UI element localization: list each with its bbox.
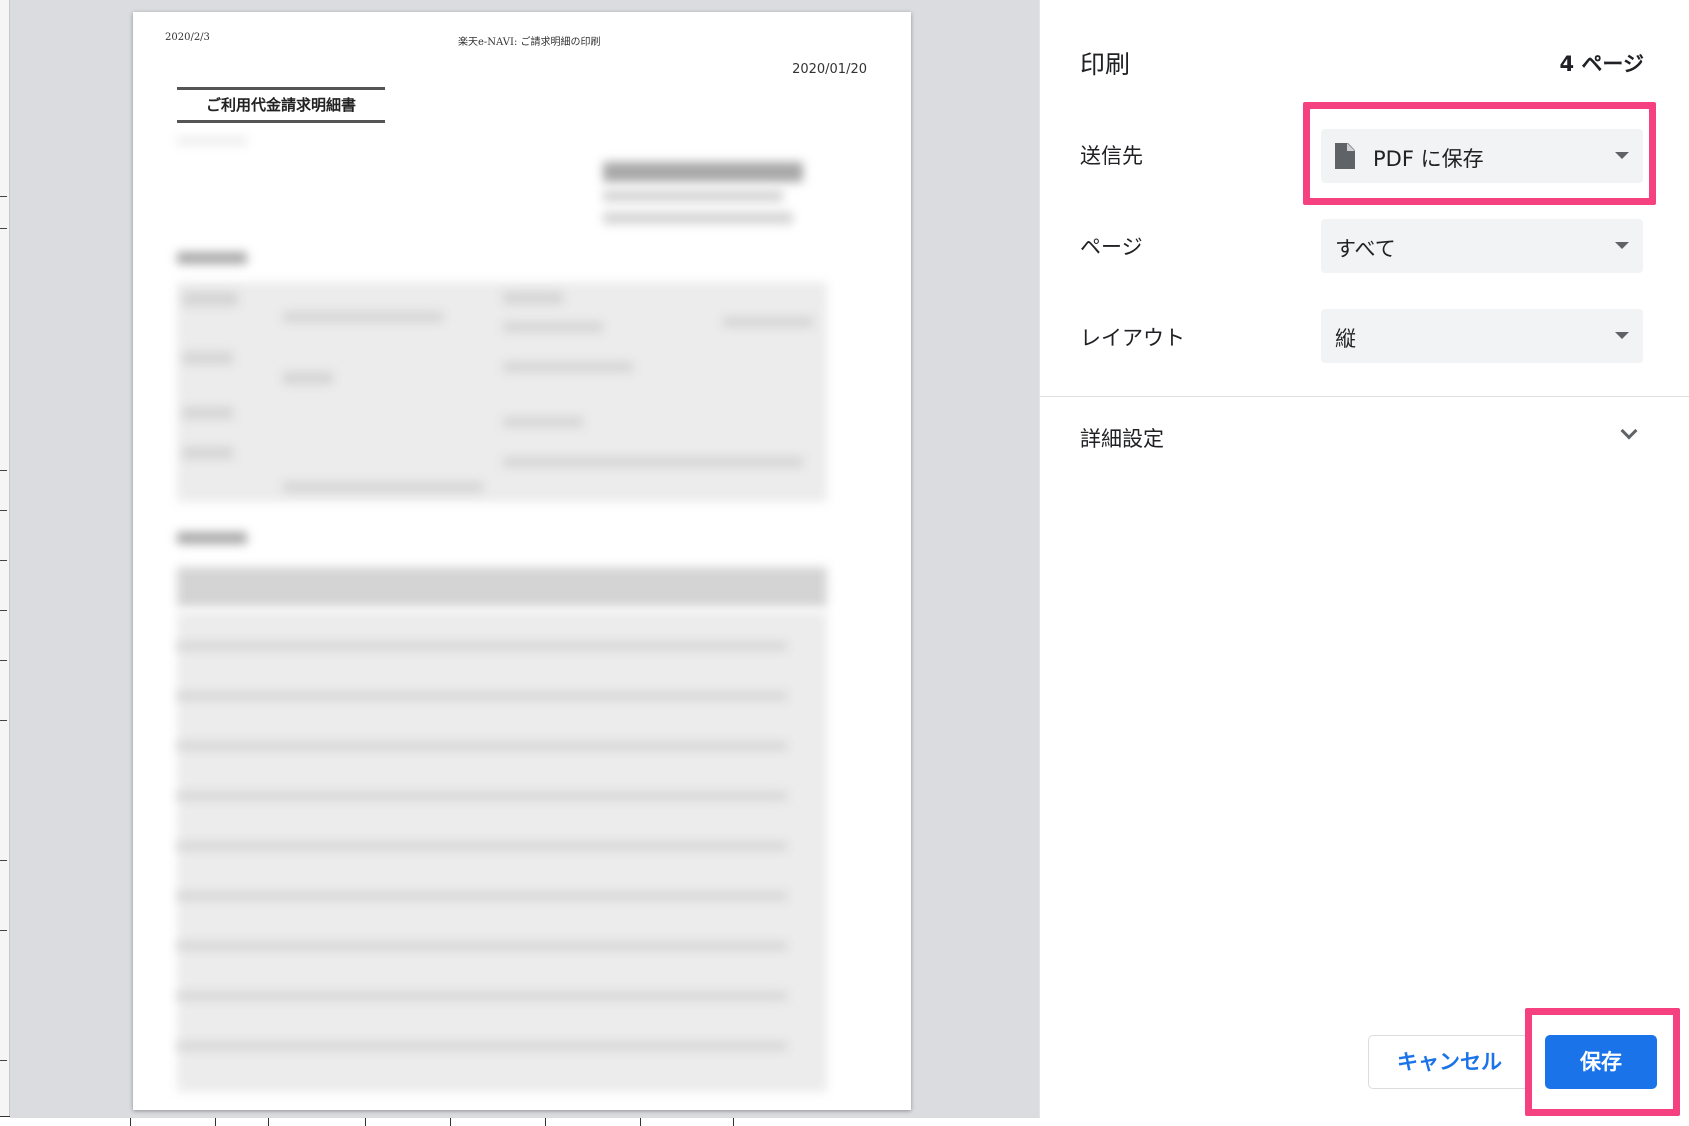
cancel-button[interactable]: キャンセル	[1368, 1035, 1531, 1089]
destination-highlight-frame	[1303, 102, 1656, 205]
blurred-heading	[177, 252, 247, 264]
blurred-text	[503, 417, 583, 427]
blurred-detail-table	[177, 612, 827, 1092]
edge-tick	[0, 228, 7, 229]
print-preview-pane[interactable]: 2020/2/3 楽天e-NAVI: ご請求明細の印刷 2020/01/20 ご…	[10, 0, 1039, 1118]
blurred-text	[183, 407, 233, 419]
print-title: 印刷	[1080, 50, 1131, 79]
document-title: ご利用代金請求明細書	[177, 87, 385, 123]
statement-date: 2020/01/20	[792, 62, 867, 77]
pages-value: すべて	[1335, 237, 1396, 261]
layout-label: レイアウト	[1080, 326, 1185, 350]
more-settings-label: 詳細設定	[1080, 427, 1164, 451]
blurred-text	[603, 162, 803, 182]
edge-tick	[0, 560, 7, 561]
layout-value: 縦	[1335, 327, 1356, 351]
blurred-text	[183, 292, 238, 306]
blurred-text	[603, 212, 793, 224]
edge-tick	[0, 510, 7, 511]
blurred-text	[283, 312, 443, 322]
edge-tick	[0, 930, 7, 931]
edge-tick	[0, 660, 7, 661]
print-settings-pane: 印刷 4 ページ 送信先 PDF に保存 ページ すべて レイアウト 縦 詳細設…	[1039, 0, 1689, 1118]
preview-page: 2020/2/3 楽天e-NAVI: ご請求明細の印刷 2020/01/20 ご…	[133, 12, 911, 1110]
blurred-row	[177, 842, 787, 850]
blurred-text	[183, 352, 233, 364]
background-window-edge	[0, 0, 10, 1125]
blurred-text	[503, 362, 633, 372]
edge-tick	[0, 1060, 7, 1061]
blurred-text	[603, 190, 783, 202]
page-count: 4 ページ	[1559, 52, 1644, 76]
blurred-row	[177, 642, 787, 650]
page-header-title: 楽天e-NAVI: ご請求明細の印刷	[458, 37, 601, 48]
blurred-row	[177, 692, 787, 700]
chevron-down-icon	[1620, 422, 1638, 440]
layout-select[interactable]: 縦	[1321, 309, 1643, 363]
blurred-text	[183, 447, 233, 459]
blurred-text	[503, 457, 803, 467]
page-header-date: 2020/2/3	[165, 32, 210, 43]
blurred-text	[503, 292, 563, 304]
section-divider	[1040, 396, 1689, 397]
edge-tick	[0, 610, 7, 611]
blurred-summary-table	[177, 282, 827, 502]
blurred-heading	[177, 532, 247, 544]
more-settings-toggle[interactable]: 詳細設定	[1040, 398, 1689, 476]
blurred-text	[503, 322, 603, 332]
destination-label: 送信先	[1080, 144, 1143, 168]
blurred-text	[283, 482, 483, 492]
edge-tick	[0, 860, 7, 861]
blurred-row	[177, 1042, 787, 1050]
blurred-text	[177, 137, 247, 145]
blurred-row	[177, 792, 787, 800]
edge-tick	[0, 470, 7, 471]
dropdown-arrow-icon	[1615, 332, 1629, 339]
save-highlight-frame	[1525, 1008, 1680, 1116]
blurred-row	[177, 992, 787, 1000]
blurred-detail-header	[177, 567, 827, 607]
blurred-row	[177, 942, 787, 950]
blurred-row	[177, 892, 787, 900]
pages-select[interactable]: すべて	[1321, 219, 1643, 273]
pages-label: ページ	[1080, 235, 1143, 259]
dropdown-arrow-icon	[1615, 242, 1629, 249]
blurred-row	[177, 742, 787, 750]
edge-tick	[0, 720, 7, 721]
blurred-text	[723, 317, 813, 327]
edge-tick	[0, 196, 7, 197]
blurred-text	[283, 372, 333, 384]
